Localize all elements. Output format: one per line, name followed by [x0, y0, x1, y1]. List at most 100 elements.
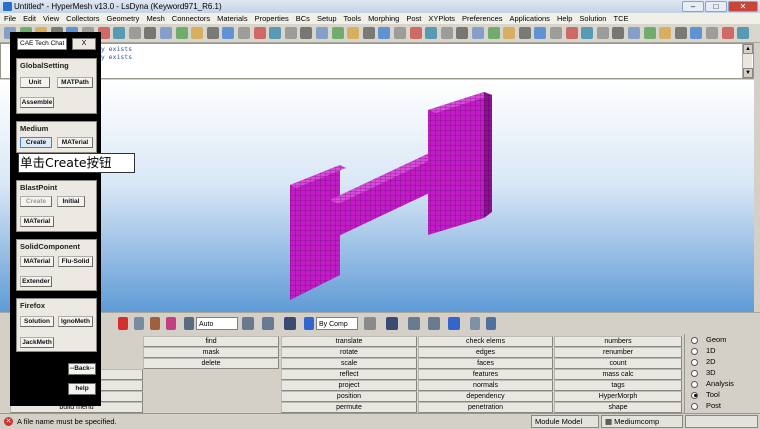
- medium-create-button[interactable]: Create: [20, 137, 52, 148]
- toolbar-tool-icon[interactable]: [472, 27, 484, 39]
- plane-icon[interactable]: [428, 317, 440, 330]
- toolbar-tool-icon[interactable]: [113, 27, 126, 39]
- extender-button[interactable]: Extender: [20, 276, 52, 287]
- component-field[interactable]: ▦ Mediumcomp: [601, 415, 683, 428]
- menu-tools[interactable]: Tools: [344, 13, 362, 24]
- toolbar-tool-icon[interactable]: [565, 27, 578, 39]
- view-icon[interactable]: [448, 317, 460, 330]
- menu-geometry[interactable]: Geometry: [107, 13, 140, 24]
- toolbar-tool-icon[interactable]: [128, 27, 141, 39]
- command-scrollbar[interactable]: ▲ ▼: [742, 44, 753, 78]
- toolbar-tool-icon[interactable]: [643, 27, 656, 39]
- toolbar-tool-icon[interactable]: [362, 27, 375, 39]
- count-button[interactable]: count: [554, 358, 682, 369]
- toolbar-tool-icon[interactable]: [425, 27, 438, 39]
- minimize-button[interactable]: –: [682, 1, 704, 12]
- auto-select[interactable]: Auto: [196, 317, 238, 330]
- check-elems-button[interactable]: check elems: [418, 336, 553, 347]
- toolbar-tool-icon[interactable]: [518, 27, 531, 39]
- element-display-icon[interactable]: [364, 317, 376, 330]
- toolbar-tool-icon[interactable]: [206, 27, 219, 39]
- ignometh-button[interactable]: IgnoMeth: [58, 316, 93, 327]
- unit-button[interactable]: Unit: [20, 77, 50, 88]
- medium-material-button[interactable]: MATerial: [57, 137, 93, 148]
- radio-1d[interactable]: 1D: [691, 346, 716, 356]
- mask-icon[interactable]: [150, 317, 160, 330]
- graphics-viewport[interactable]: [0, 80, 754, 312]
- label-icon[interactable]: [184, 317, 194, 330]
- settings-icon[interactable]: [470, 317, 480, 330]
- menu-file[interactable]: File: [4, 13, 16, 24]
- assemble-button[interactable]: Assemble: [20, 97, 54, 108]
- monitor-icon[interactable]: [486, 317, 496, 330]
- translate-button[interactable]: translate: [281, 336, 417, 347]
- radio-post[interactable]: Post: [691, 401, 721, 411]
- solution-button[interactable]: Solution: [20, 316, 54, 327]
- reverse-icon[interactable]: [166, 317, 176, 330]
- normals-button[interactable]: normals: [418, 380, 553, 391]
- toolbar-tool-icon[interactable]: [612, 27, 625, 39]
- scroll-down-icon[interactable]: ▼: [743, 68, 753, 78]
- blast-material-button[interactable]: MATerial: [20, 216, 54, 227]
- tags-button[interactable]: tags: [554, 380, 682, 391]
- toolbar-tool-icon[interactable]: [222, 27, 235, 39]
- toolbar-tool-icon[interactable]: [394, 27, 406, 39]
- toolbar-tool-icon[interactable]: [238, 27, 250, 39]
- color-mode-icon[interactable]: [304, 317, 314, 330]
- scale-button[interactable]: scale: [281, 358, 417, 369]
- toolbar-tool-icon[interactable]: [253, 27, 266, 39]
- cube-icon[interactable]: [284, 317, 296, 330]
- menu-materials[interactable]: Materials: [217, 13, 247, 24]
- by-comp-select[interactable]: By Comp: [316, 317, 358, 330]
- menu-applications[interactable]: Applications: [509, 13, 549, 24]
- toolbar-tool-icon[interactable]: [706, 27, 718, 39]
- faces-button[interactable]: faces: [418, 358, 553, 369]
- numbers-button[interactable]: numbers: [554, 336, 682, 347]
- blast-create-button[interactable]: Create: [20, 196, 52, 207]
- menu-setup[interactable]: Setup: [317, 13, 337, 24]
- cae-close-button[interactable]: X: [72, 38, 96, 50]
- mask-button[interactable]: mask: [143, 347, 279, 358]
- menu-bcs[interactable]: BCs: [296, 13, 310, 24]
- reflect-button[interactable]: reflect: [281, 369, 417, 380]
- scroll-up-icon[interactable]: ▲: [743, 44, 753, 54]
- toolbar-tool-icon[interactable]: [269, 27, 282, 39]
- find-button[interactable]: find: [143, 336, 279, 347]
- menu-tce[interactable]: TCE: [613, 13, 628, 24]
- toolbar-tool-icon[interactable]: [737, 27, 750, 39]
- toolbar-tool-icon[interactable]: [581, 27, 594, 39]
- radio-3d[interactable]: 3D: [691, 368, 716, 378]
- toolbar-tool-icon[interactable]: [721, 27, 734, 39]
- toolbar-tool-icon[interactable]: [191, 27, 204, 39]
- permute-button[interactable]: permute: [281, 402, 417, 413]
- penetration-button[interactable]: penetration: [418, 402, 553, 413]
- line-icon[interactable]: [408, 317, 420, 330]
- menu-help[interactable]: Help: [557, 13, 572, 24]
- delete-button[interactable]: delete: [143, 358, 279, 369]
- edges-button[interactable]: edges: [418, 347, 553, 358]
- maximize-button[interactable]: □: [705, 1, 727, 12]
- solid-cube-icon[interactable]: [386, 317, 398, 330]
- menu-properties[interactable]: Properties: [255, 13, 289, 24]
- shading-icon[interactable]: [242, 317, 254, 330]
- toolbar-tool-icon[interactable]: [456, 27, 469, 39]
- command-window[interactable]: ady exists ady exists: [0, 43, 754, 79]
- mass-calc-button[interactable]: mass calc: [554, 369, 682, 380]
- display-icon[interactable]: [134, 317, 144, 330]
- delete-icon[interactable]: [118, 317, 128, 330]
- project-button[interactable]: project: [281, 380, 417, 391]
- toolbar-tool-icon[interactable]: [175, 27, 188, 39]
- toolbar-tool-icon[interactable]: [550, 27, 562, 39]
- toolbar-tool-icon[interactable]: [331, 27, 344, 39]
- radio-tool[interactable]: Tool: [691, 390, 720, 400]
- toolbar-tool-icon[interactable]: [378, 27, 391, 39]
- hypermorph-button[interactable]: HyperMorph: [554, 391, 682, 402]
- position-button[interactable]: position: [281, 391, 417, 402]
- menu-mesh[interactable]: Mesh: [146, 13, 164, 24]
- menu-xyplots[interactable]: XYPlots: [428, 13, 455, 24]
- help-button[interactable]: help: [68, 383, 96, 395]
- rotate-button[interactable]: rotate: [281, 347, 417, 358]
- toolbar-tool-icon[interactable]: [316, 27, 328, 39]
- toolbar-tool-icon[interactable]: [628, 27, 640, 39]
- back-button[interactable]: --Back--: [68, 363, 96, 375]
